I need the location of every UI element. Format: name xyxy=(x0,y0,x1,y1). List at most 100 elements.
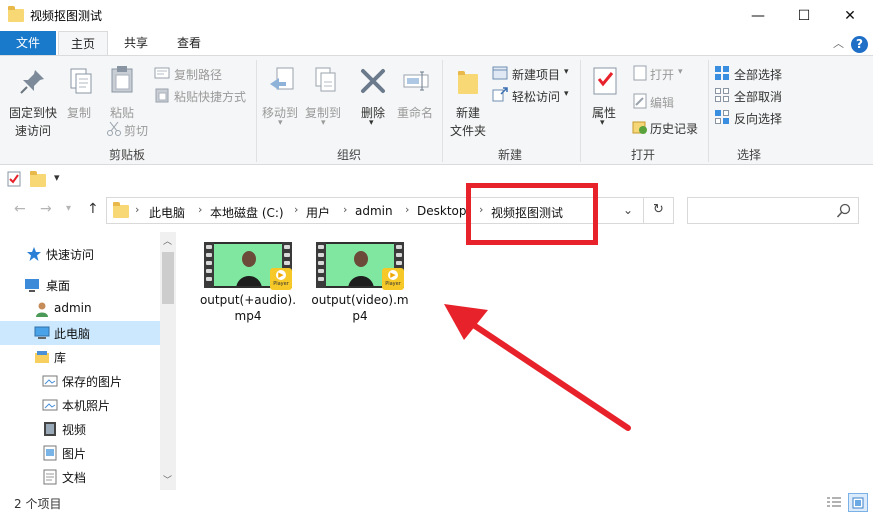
history-icon xyxy=(632,121,647,134)
search-box[interactable] xyxy=(687,197,859,224)
breadcrumb-this-pc[interactable]: 此电脑 xyxy=(149,204,185,221)
edit-icon xyxy=(633,93,647,109)
paste-label: 粘贴 xyxy=(110,106,135,120)
scroll-up-icon[interactable]: ︿ xyxy=(163,234,172,247)
delete-button[interactable]: 删除 ▾ xyxy=(354,60,392,136)
nav-label: admin xyxy=(54,301,92,315)
nav-scrollbar-thumb[interactable] xyxy=(162,252,174,304)
invert-selection-icon xyxy=(715,110,729,124)
easy-access-dropdown-icon: ▾ xyxy=(564,89,569,99)
pin-quick-access-button[interactable]: 固定到快 速访问 xyxy=(4,60,62,140)
refresh-icon: ↻ xyxy=(653,202,664,217)
copy-label: 复制 xyxy=(67,106,92,120)
tab-view[interactable]: 查看 xyxy=(166,31,212,55)
copy-path-button[interactable]: 复制路径 xyxy=(154,64,244,84)
breadcrumb-separator-icon: › xyxy=(294,203,299,216)
collapse-ribbon-icon[interactable]: ︿ xyxy=(833,35,844,51)
maximize-button[interactable]: ☐ xyxy=(781,0,827,31)
new-item-button[interactable]: 新建项目 ▾ xyxy=(492,64,576,84)
badge-text: Player xyxy=(385,281,401,287)
history-button[interactable]: 历史记录 xyxy=(632,118,706,138)
large-icons-view-button[interactable] xyxy=(848,493,868,512)
copy-icon xyxy=(70,68,92,94)
forward-arrow-icon[interactable]: → xyxy=(40,201,52,217)
tab-home[interactable]: 主页 xyxy=(58,31,108,55)
up-arrow-icon[interactable]: ↑ xyxy=(87,201,99,217)
new-folder-icon[interactable] xyxy=(30,171,46,187)
select-all-button[interactable]: 全部选择 xyxy=(714,64,790,84)
properties-button[interactable]: 属性 ▾ xyxy=(584,60,626,136)
ribbon-divider xyxy=(708,60,709,162)
details-view-icon[interactable] xyxy=(826,495,842,511)
nav-label: 本机照片 xyxy=(62,399,111,413)
status-bar: 2 个项目 xyxy=(0,490,873,515)
move-to-button[interactable]: 移动到 ▾ xyxy=(260,60,302,136)
item-count: 2 个项目 xyxy=(14,497,62,511)
recent-dropdown-icon[interactable]: ▾ xyxy=(66,203,71,214)
ribbon-divider xyxy=(580,60,581,162)
quick-access-toolbar: ▾ xyxy=(0,165,873,193)
window-title: 视频抠图测试 xyxy=(30,9,103,23)
edit-button[interactable]: 编辑 xyxy=(632,92,692,112)
open-icon xyxy=(633,65,647,81)
open-group-title: 打开 xyxy=(631,148,656,162)
nav-item-camera-roll[interactable]: 本机照片 xyxy=(0,393,160,417)
nav-item-this-pc[interactable]: 此电脑 xyxy=(0,321,160,345)
invert-selection-button[interactable]: 反向选择 xyxy=(714,108,790,128)
document-icon xyxy=(43,469,57,485)
open-dropdown-icon: ▾ xyxy=(678,67,683,77)
search-input[interactable] xyxy=(694,203,834,219)
breadcrumb-separator-icon: › xyxy=(198,203,203,216)
open-button[interactable]: 打开 ▾ xyxy=(632,64,692,84)
cut-button[interactable]: 剪切 xyxy=(106,120,156,140)
select-none-icon xyxy=(715,88,729,102)
nav-item-pictures[interactable]: 图片 xyxy=(0,441,160,465)
nav-item-desktop[interactable]: 桌面 xyxy=(0,273,160,297)
easy-access-icon xyxy=(492,87,508,102)
nav-item-documents[interactable]: 文档 xyxy=(0,465,160,489)
help-icon[interactable]: ? xyxy=(851,36,868,53)
paste-shortcut-button[interactable]: 粘贴快捷方式 xyxy=(154,86,254,106)
copy-button[interactable]: 复制 xyxy=(62,60,98,120)
address-history-dropdown-icon[interactable]: ⌄ xyxy=(623,203,633,217)
scissors-icon xyxy=(107,121,121,136)
nav-item-saved-pictures[interactable]: 保存的图片 xyxy=(0,369,160,393)
breadcrumb-desktop[interactable]: Desktop xyxy=(417,204,467,218)
ribbon-divider xyxy=(256,60,257,162)
tab-file[interactable]: 文件 xyxy=(0,31,56,55)
close-button[interactable]: ✕ xyxy=(827,0,873,31)
person-image xyxy=(236,251,262,286)
picture-icon xyxy=(43,445,57,461)
star-icon xyxy=(27,247,41,261)
nav-item-videos[interactable]: 视频 xyxy=(0,417,160,441)
tab-share[interactable]: 共享 xyxy=(112,31,160,55)
copy-to-button[interactable]: 复制到 ▾ xyxy=(302,60,346,136)
scroll-down-icon[interactable]: ﹀ xyxy=(163,473,172,486)
breadcrumb-local-disk[interactable]: 本地磁盘 (C:) xyxy=(210,204,284,221)
nav-item-quick-access[interactable]: 快速访问 xyxy=(0,242,160,266)
video-icon xyxy=(44,422,56,436)
rename-button[interactable]: 重命名 xyxy=(394,60,438,120)
select-none-button[interactable]: 全部取消 xyxy=(714,86,790,106)
easy-access-button[interactable]: 轻松访问 ▾ xyxy=(492,86,576,106)
minimize-button[interactable]: — xyxy=(735,0,781,31)
file-name: output(video).mp4 xyxy=(311,293,409,323)
paste-button[interactable]: 粘贴 xyxy=(100,60,144,120)
qat-customize-dropdown[interactable]: ▾ xyxy=(54,171,60,184)
nav-item-library[interactable]: 库 xyxy=(0,345,160,369)
rename-icon xyxy=(403,71,429,91)
file-item[interactable]: ▶ Player output(+audio).mp4 xyxy=(198,232,298,324)
film-strip-left xyxy=(316,242,326,288)
nav-label: 此电脑 xyxy=(54,327,91,341)
file-item[interactable]: ▶ Player output(video).mp4 xyxy=(310,232,410,324)
delete-dropdown-icon: ▾ xyxy=(369,118,374,128)
breadcrumb-admin[interactable]: admin xyxy=(355,204,393,218)
nav-item-admin[interactable]: admin xyxy=(0,297,160,321)
new-folder-button[interactable]: 新建 文件夹 xyxy=(446,60,490,140)
breadcrumb-users[interactable]: 用户 xyxy=(306,204,330,221)
refresh-button[interactable]: ↻ xyxy=(644,197,674,224)
search-icon[interactable] xyxy=(836,203,852,219)
pin-label-line1: 固定到快 xyxy=(9,106,58,120)
properties-icon[interactable] xyxy=(6,171,22,187)
back-arrow-icon[interactable]: ← xyxy=(14,201,26,217)
